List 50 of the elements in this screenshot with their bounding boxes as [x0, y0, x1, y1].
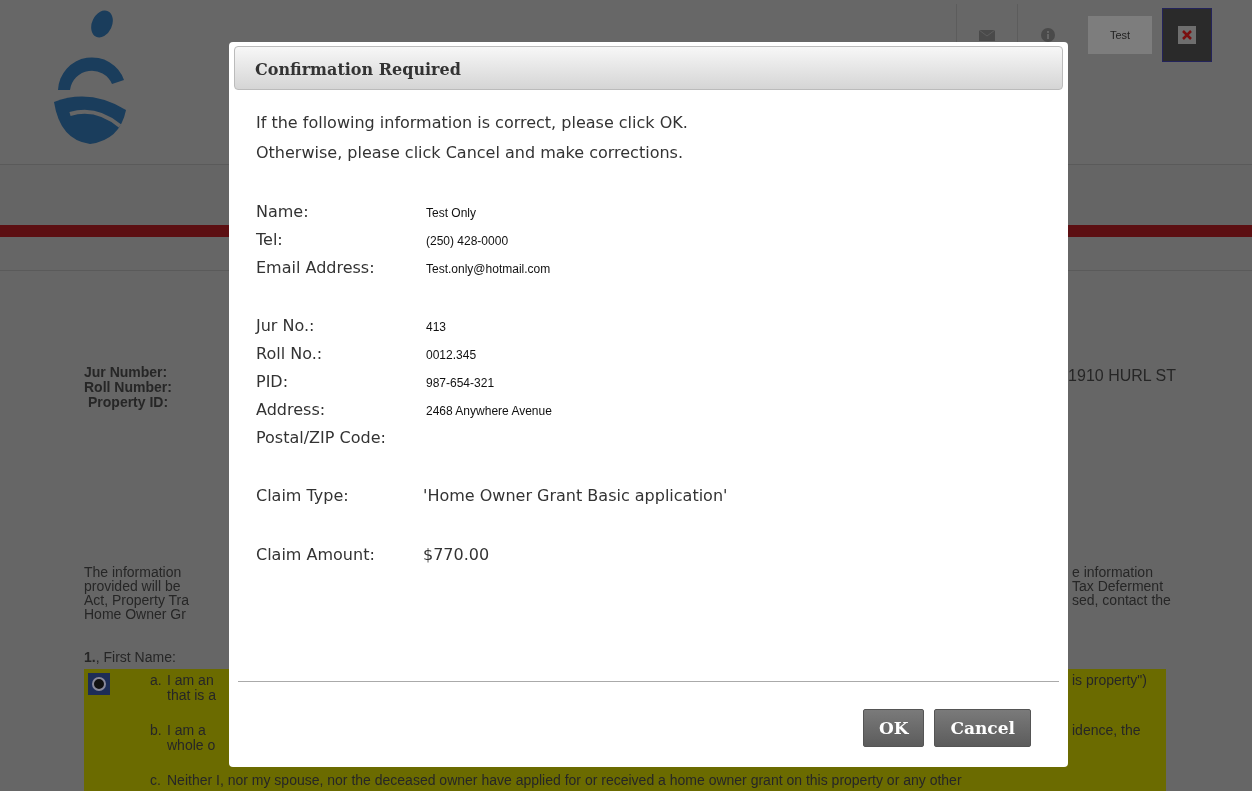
property-label: Property ID: [87, 395, 170, 410]
intro-text: Otherwise, please click Cancel and make corrections. [256, 142, 684, 164]
field-value: 2468 Anywhere Avenue [426, 404, 552, 418]
property-label: Jur Number: [84, 365, 169, 380]
field-value: 413 [426, 320, 447, 334]
radio-button[interactable] [88, 673, 110, 695]
field-value: Test.only@hotmail.com [426, 262, 551, 276]
field-label: Name: [256, 202, 310, 221]
field-value: 0012.345 [426, 348, 477, 362]
notice-text: Home Owner Gr [84, 607, 187, 621]
property-address: 1910 HURL ST [1068, 367, 1176, 385]
field-label: Jur No.: [256, 316, 316, 335]
notice-text: sed, contact the [1072, 593, 1171, 607]
field-label: Claim Amount: [256, 545, 376, 564]
option-letter: a. [150, 673, 163, 688]
option-text: is property") [1072, 673, 1147, 688]
info-icon [1041, 28, 1055, 42]
question-number: 1. [84, 649, 96, 665]
field-label: Claim Type: [256, 486, 350, 505]
field-label: PID: [256, 372, 290, 391]
option-text: idence, the [1072, 723, 1141, 738]
field-value: 987-654-321 [426, 376, 495, 390]
notice-text: Act, Property Tra [84, 593, 190, 607]
notice-text: provided will be [84, 579, 182, 593]
field-value: (250) 428-0000 [426, 234, 509, 248]
notice-text: The information [84, 565, 183, 579]
field-value: 'Home Owner Grant Basic application' [423, 486, 728, 505]
option-letter: b. [150, 723, 163, 738]
field-label: Tel: [256, 230, 284, 249]
notice-text: e information [1072, 565, 1153, 579]
dialog-title: Confirmation Required [234, 46, 1063, 90]
field-value: $770.00 [423, 545, 490, 564]
close-button[interactable] [1162, 8, 1212, 62]
option-letter: c. [150, 773, 162, 788]
user-button[interactable]: Test [1088, 16, 1152, 54]
dialog-button[interactable]: Cancel [934, 708, 1031, 747]
dialog-button[interactable]: OK [862, 708, 925, 747]
field-label: Address: [256, 400, 327, 419]
option-text: whole o [167, 738, 216, 753]
field-value: Test Only [426, 206, 476, 220]
field-label: Email Address: [256, 258, 376, 277]
intro-text: If the following information is correct, please click OK. [256, 112, 689, 134]
field-label: Postal/ZIP Code: [256, 428, 387, 447]
question-label: , First Name: [95, 649, 176, 665]
close-icon [1178, 26, 1196, 44]
field-label: Roll No.: [256, 344, 324, 363]
mail-icon [979, 29, 995, 41]
property-label: Roll Number: [84, 380, 172, 395]
notice-text: Tax Deferment [1072, 579, 1164, 593]
option-text: that is a [167, 688, 217, 703]
